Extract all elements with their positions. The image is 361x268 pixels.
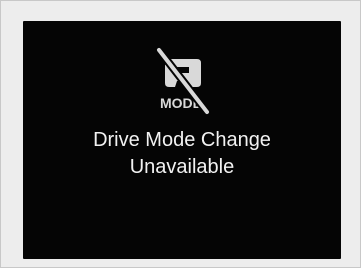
status-message: Drive Mode Change Unavailable: [23, 127, 341, 181]
drive-mode-icon-graphic: MODE: [155, 46, 211, 116]
drive-mode-unavailable-icon: MODE: [153, 41, 213, 123]
multi-information-display: MODE Drive Mode Change Unavailable: [23, 21, 341, 259]
message-line-2: Unavailable: [129, 156, 235, 178]
info-panel-frame: MODE Drive Mode Change Unavailable: [0, 0, 361, 268]
message-line-1: Drive Mode Change: [93, 129, 271, 151]
